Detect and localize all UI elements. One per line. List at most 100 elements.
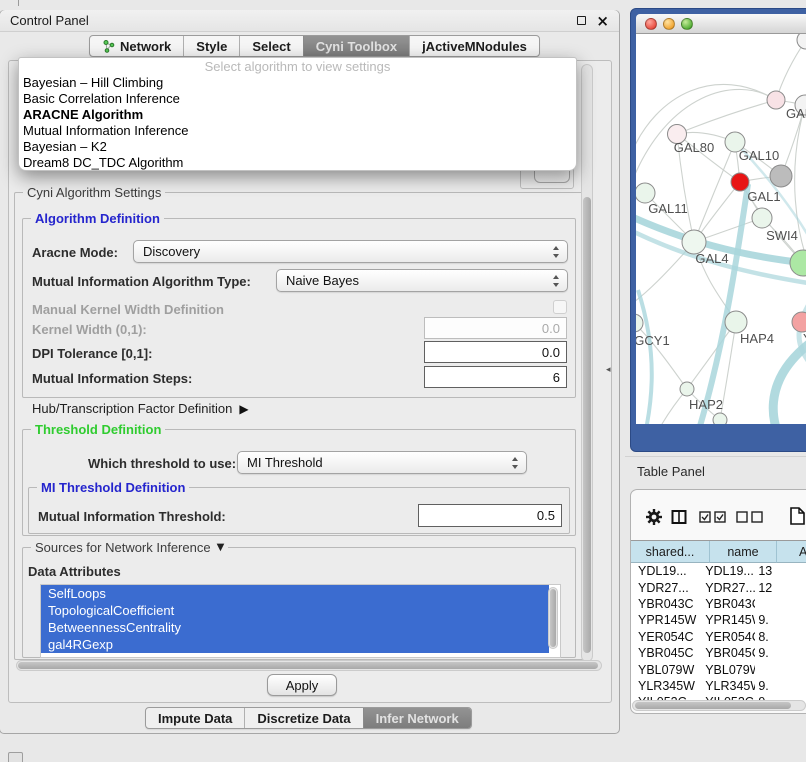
network-node-gal[interactable] [767, 91, 785, 109]
network-node-label: GCY1 [636, 333, 670, 348]
table-horizontal-scrollbar[interactable] [632, 700, 806, 711]
column-header[interactable]: A [777, 541, 806, 563]
close-traffic-light-icon[interactable] [645, 18, 657, 30]
attribute-item[interactable]: SelfLoops [41, 585, 549, 602]
table-cell: YPR145W [631, 613, 698, 627]
table-row[interactable]: YDL19...YDL19...13 [631, 563, 806, 579]
table-row[interactable]: YBR043CYBR043C [631, 596, 806, 612]
columns-icon[interactable] [671, 509, 687, 525]
attribute-item[interactable]: TopologicalCoefficient [41, 602, 549, 619]
algorithm-option[interactable]: ARACNE Algorithm [19, 107, 576, 123]
attribute-item[interactable]: gal4RGexp [41, 636, 549, 653]
network-node-gal1[interactable] [731, 173, 749, 191]
panel-vertical-scrollbar[interactable] [581, 64, 593, 662]
table-cell: YDL19... [698, 564, 755, 578]
tab-network[interactable]: Network [90, 36, 183, 56]
network-node[interactable] [797, 34, 806, 49]
bottom-tab-discretize-data[interactable]: Discretize Data [244, 708, 362, 728]
tab-label: Infer Network [376, 711, 459, 726]
which-threshold-combo[interactable]: MI Threshold [237, 451, 527, 474]
network-node[interactable] [790, 250, 806, 276]
splitter-collapse-icon[interactable]: ◂ [606, 365, 611, 375]
algorithm-option[interactable]: Dream8 DC_TDC Algorithm [19, 155, 576, 171]
bottom-tab-impute-data[interactable]: Impute Data [146, 708, 244, 728]
collapse-arrow-icon: ▼ [217, 542, 225, 553]
table-cell: YLR345W [698, 679, 755, 693]
network-node-label: GAL [786, 106, 806, 121]
close-icon[interactable]: × [596, 16, 609, 26]
dpi-tolerance-field[interactable]: 0.0 [424, 341, 567, 363]
minimized-panel-icon[interactable] [8, 752, 23, 762]
table-row[interactable]: YPR145WYPR145W9. [631, 612, 806, 628]
algorithm-option[interactable]: Bayesian – Hill Climbing [19, 75, 576, 91]
bottom-tab-infer-network[interactable]: Infer Network [363, 708, 471, 728]
tab-jactivemnodules[interactable]: jActiveMNodules [409, 36, 539, 56]
hub-definition-row[interactable]: Hub/Transcription Factor Definition ▶ [32, 401, 249, 416]
network-node-hap4[interactable] [725, 311, 747, 333]
gear-icon[interactable] [646, 509, 662, 525]
network-window-titlebar[interactable] [636, 14, 806, 34]
tab-label: Select [252, 39, 290, 54]
table-row[interactable]: YER054CYER054C8. [631, 629, 806, 645]
algorithm-option[interactable]: Basic Correlation Inference [19, 91, 576, 107]
which-threshold-label: Which threshold to use: [88, 456, 236, 471]
manual-kernel-label: Manual Kernel Width Definition [32, 302, 224, 317]
stepper-icon [553, 246, 560, 258]
mi-steps-field[interactable]: 6 [424, 366, 567, 388]
attributes-scrollbar[interactable] [548, 587, 558, 649]
table-cell: YBR045C [698, 646, 755, 660]
document-icon[interactable] [790, 507, 805, 525]
mi-threshold-label: Mutual Information Threshold: [38, 509, 226, 524]
mi-threshold-field[interactable]: 0.5 [418, 504, 562, 527]
panel-horizontal-scrollbar[interactable] [16, 660, 602, 671]
network-canvas[interactable]: GALGAL80GAL10GAL1GAL11SWI4GAL4GCY1HAP4YH… [636, 34, 806, 424]
mi-type-combo[interactable]: Naive Bayes [276, 269, 568, 292]
network-view[interactable]: GALGAL80GAL10GAL1GAL11SWI4GAL4GCY1HAP4YH… [636, 34, 806, 424]
kernel-width-label: Kernel Width (0,1): [32, 322, 147, 337]
minimize-traffic-light-icon[interactable] [663, 18, 675, 30]
network-node-hap2[interactable] [680, 382, 694, 396]
restore-icon[interactable] [577, 16, 586, 25]
panel-divider [625, 456, 806, 457]
network-node-gcy1[interactable] [636, 314, 643, 332]
column-header[interactable]: shared... [631, 541, 710, 563]
apply-button[interactable]: Apply [267, 674, 337, 696]
table-row[interactable]: YBR045CYBR045C9. [631, 645, 806, 661]
network-node[interactable] [713, 413, 727, 424]
zoom-traffic-light-icon[interactable] [681, 18, 693, 30]
algorithm-option[interactable]: Mutual Information Inference [19, 123, 576, 139]
network-node-label: HAP2 [689, 397, 723, 412]
dpi-tolerance-label: DPI Tolerance [0,1]: [32, 346, 152, 361]
network-node-label: GAL4 [695, 251, 728, 266]
column-header[interactable]: name [710, 541, 777, 563]
attribute-item[interactable]: BetweennessCentrality [41, 619, 549, 636]
tab-label: Impute Data [158, 711, 232, 726]
table-row[interactable]: YLR345WYLR345W9. [631, 678, 806, 694]
sources-group-title[interactable]: Sources for Network Inference ▼ [31, 540, 228, 555]
checked-columns-icon[interactable] [699, 511, 726, 523]
sources-title-text: Sources for Network Inference [35, 540, 211, 555]
expand-arrow-icon: ▶ [239, 402, 248, 416]
aracne-mode-combo[interactable]: Discovery [133, 240, 568, 263]
algorithm-option[interactable]: Bayesian – K2 [19, 139, 576, 155]
network-node-label: GAL80 [674, 140, 714, 155]
network-node[interactable] [770, 165, 792, 187]
table-cell: 9. [755, 646, 806, 660]
unchecked-columns-icon[interactable] [736, 511, 763, 523]
network-node-swi4[interactable] [752, 208, 772, 228]
screen: Control Panel × NetworkStyleSelectCyni T… [0, 0, 806, 762]
cyni-settings-title: Cyni Algorithm Settings [23, 185, 165, 200]
table-row[interactable]: YBL079WYBL079W [631, 661, 806, 677]
threshold-definition-title: Threshold Definition [31, 422, 165, 437]
which-threshold-value: MI Threshold [247, 455, 323, 470]
table-row[interactable]: YDR27...YDR27...12 [631, 579, 806, 595]
network-node-gal11[interactable] [636, 183, 655, 203]
tab-cyni-toolbox[interactable]: Cyni Toolbox [303, 36, 409, 56]
network-node-label: HAP4 [740, 331, 774, 346]
manual-kernel-checkbox[interactable] [553, 300, 567, 314]
tab-style[interactable]: Style [183, 36, 239, 56]
table-cell: 13 [755, 564, 806, 578]
kernel-width-field[interactable]: 0.0 [424, 317, 567, 339]
network-node-y[interactable] [792, 312, 806, 332]
tab-select[interactable]: Select [239, 36, 302, 56]
